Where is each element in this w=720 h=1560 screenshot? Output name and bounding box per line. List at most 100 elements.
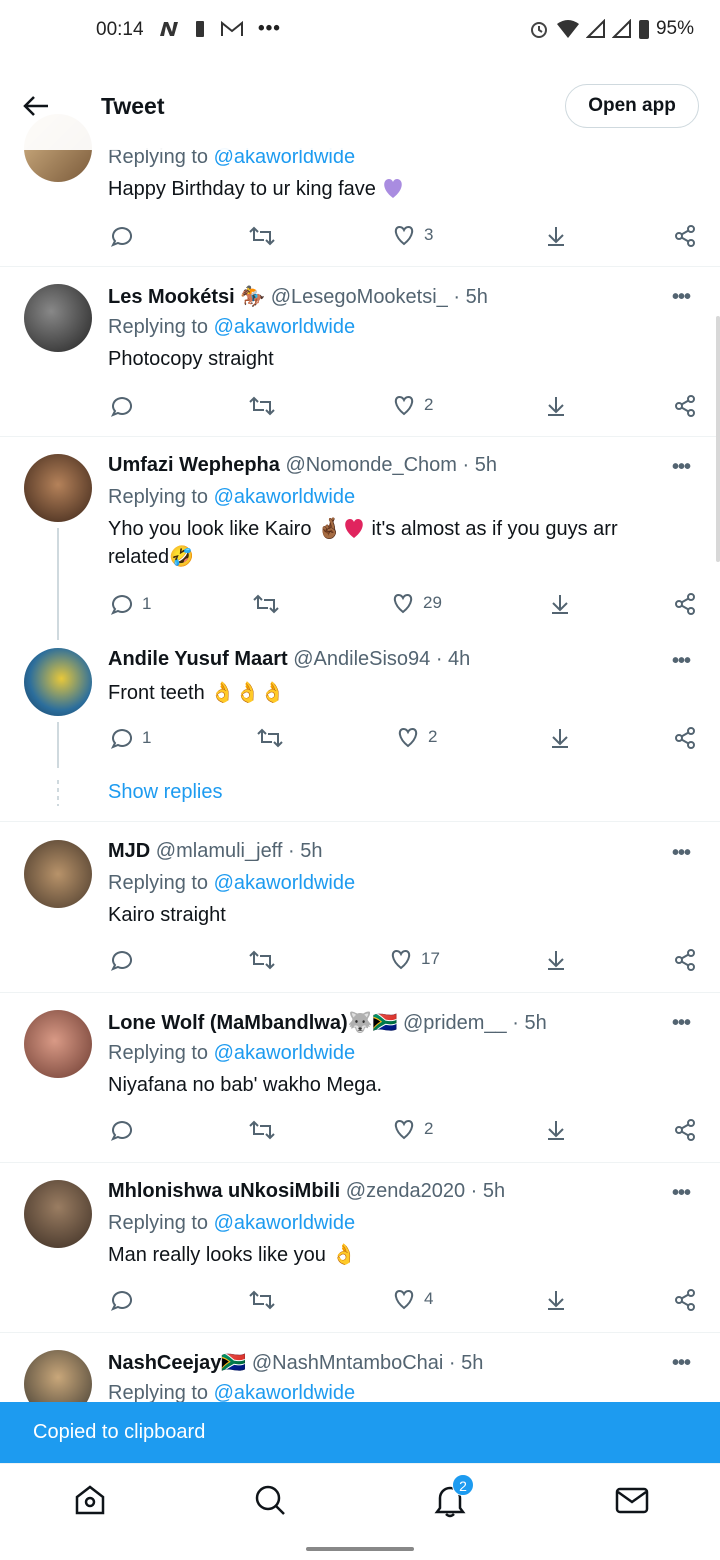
retweet-button[interactable] bbox=[248, 948, 276, 972]
replies-feed[interactable]: Replying to @akaworldwide Happy Birthday… bbox=[0, 0, 720, 1402]
retweet-button[interactable] bbox=[248, 224, 276, 248]
share-icon bbox=[675, 395, 695, 417]
author-handle: @mlamuli_jeff · 5h bbox=[155, 840, 323, 862]
like-button[interactable]: 2 bbox=[392, 394, 433, 416]
download-button[interactable] bbox=[544, 224, 568, 248]
tweet-item[interactable]: MJD @mlamuli_jeff · 5h ••• Replying to @… bbox=[0, 822, 720, 993]
reply-icon bbox=[110, 951, 133, 971]
reply-button[interactable] bbox=[110, 394, 134, 418]
more-icon[interactable]: ••• bbox=[672, 843, 698, 863]
home-indicator[interactable] bbox=[306, 1547, 414, 1551]
reply-button[interactable]: 1 bbox=[110, 726, 151, 750]
tweet-item[interactable]: Umfazi Wephepha @Nomonde_Chom · 5h ••• R… bbox=[0, 436, 720, 640]
author-name[interactable]: Mhlonishwa uNkosiMbili bbox=[108, 1180, 340, 1202]
retweet-button[interactable] bbox=[248, 1118, 276, 1142]
thread-line bbox=[57, 528, 59, 640]
back-button[interactable] bbox=[22, 94, 54, 118]
reply-button[interactable] bbox=[110, 224, 134, 248]
nav-home[interactable] bbox=[72, 1482, 108, 1518]
tweet-header: Umfazi Wephepha @Nomonde_Chom · 5h bbox=[108, 454, 497, 477]
nav-messages[interactable] bbox=[614, 1482, 650, 1518]
retweet-icon bbox=[249, 1290, 275, 1310]
reply-button[interactable] bbox=[110, 1288, 134, 1312]
mail-icon bbox=[615, 1487, 649, 1514]
download-button[interactable] bbox=[548, 726, 572, 750]
avatar[interactable] bbox=[24, 840, 92, 908]
like-button[interactable]: 29 bbox=[391, 592, 442, 614]
share-down-icon bbox=[548, 397, 564, 416]
author-name[interactable]: MJD bbox=[108, 840, 150, 862]
reply-button[interactable] bbox=[110, 948, 134, 972]
avatar[interactable] bbox=[24, 1180, 92, 1248]
share-button[interactable] bbox=[673, 1288, 697, 1312]
tweet-item[interactable]: Les Mookétsi 🏇 @LesegoMooketsi_ · 5h •••… bbox=[0, 266, 720, 437]
show-replies-link[interactable]: Show replies bbox=[108, 781, 223, 804]
tweet-item[interactable]: Andile Yusuf Maart @AndileSiso94 · 4h ••… bbox=[0, 630, 720, 822]
retweet-button[interactable] bbox=[248, 1288, 276, 1312]
tweet-item[interactable]: Mhlonishwa uNkosiMbili @zenda2020 · 5h •… bbox=[0, 1162, 720, 1333]
author-name[interactable]: Umfazi Wephepha bbox=[108, 454, 280, 476]
more-icon[interactable]: ••• bbox=[672, 457, 698, 477]
retweet-icon bbox=[253, 594, 279, 614]
share-button[interactable] bbox=[673, 394, 697, 418]
share-icon bbox=[675, 225, 695, 247]
scrollbar[interactable] bbox=[716, 316, 720, 562]
ok-hand-emoji: 👌 bbox=[331, 1244, 357, 1266]
like-icon bbox=[391, 949, 411, 970]
replying-to: Replying to @akaworldwide bbox=[108, 872, 356, 894]
share-button[interactable] bbox=[673, 1118, 697, 1142]
like-count: 2 bbox=[424, 1119, 434, 1138]
author-name[interactable]: Andile Yusuf Maart bbox=[108, 648, 288, 670]
mention-link[interactable]: @akaworldwide bbox=[214, 316, 355, 338]
like-button[interactable]: 3 bbox=[392, 224, 433, 246]
download-button[interactable] bbox=[544, 1288, 568, 1312]
reply-button[interactable] bbox=[110, 1118, 134, 1142]
retweet-icon bbox=[249, 1120, 275, 1140]
open-app-button[interactable]: Open app bbox=[565, 84, 699, 128]
download-button[interactable] bbox=[544, 1118, 568, 1142]
avatar[interactable] bbox=[24, 454, 92, 522]
avatar[interactable] bbox=[24, 1010, 92, 1078]
download-button[interactable] bbox=[544, 394, 568, 418]
reply-icon bbox=[110, 1291, 133, 1311]
like-button[interactable]: 4 bbox=[392, 1288, 433, 1310]
share-button[interactable] bbox=[673, 726, 697, 750]
mention-link[interactable]: @akaworldwide bbox=[214, 872, 355, 894]
more-icon[interactable]: ••• bbox=[672, 651, 698, 671]
retweet-button[interactable] bbox=[248, 394, 276, 418]
like-button[interactable]: 2 bbox=[392, 1118, 433, 1140]
author-name[interactable]: Lone Wolf (MaMbandlwa) bbox=[108, 1012, 348, 1034]
tweet-item[interactable]: NashCeejay🇿🇦 @NashMntamboChai · 5h ••• R… bbox=[0, 1332, 720, 1402]
avatar[interactable] bbox=[24, 1350, 92, 1402]
reply-icon bbox=[110, 397, 133, 417]
more-icon[interactable]: ••• bbox=[672, 287, 698, 307]
share-button[interactable] bbox=[673, 948, 697, 972]
retweet-button[interactable] bbox=[252, 592, 280, 616]
like-icon bbox=[394, 225, 414, 246]
mention-link[interactable]: @akaworldwide bbox=[214, 1382, 355, 1402]
mention-link[interactable]: @akaworldwide bbox=[214, 1212, 355, 1234]
nav-search[interactable] bbox=[252, 1482, 288, 1518]
more-icon[interactable]: ••• bbox=[672, 1353, 698, 1373]
retweet-button[interactable] bbox=[256, 726, 284, 750]
avatar[interactable] bbox=[24, 648, 92, 716]
download-button[interactable] bbox=[544, 948, 568, 972]
tweet-text: Happy Birthday to ur king fave bbox=[108, 175, 668, 203]
share-button[interactable] bbox=[673, 592, 697, 616]
mention-link[interactable]: @akaworldwide bbox=[214, 1042, 355, 1064]
more-icon[interactable]: ••• bbox=[672, 1013, 698, 1033]
more-icon[interactable]: ••• bbox=[672, 1183, 698, 1203]
download-button[interactable] bbox=[548, 592, 572, 616]
reply-button[interactable]: 1 bbox=[110, 592, 151, 616]
tweet-text: Kairo straight bbox=[108, 904, 226, 926]
mention-link[interactable]: @akaworldwide bbox=[214, 486, 355, 508]
share-down-icon bbox=[548, 951, 564, 970]
author-name[interactable]: NashCeejay bbox=[108, 1352, 221, 1374]
flag-emoji: 🇿🇦 bbox=[221, 1352, 247, 1374]
like-button[interactable]: 2 bbox=[396, 726, 437, 748]
tweet-item[interactable]: Lone Wolf (MaMbandlwa)🐺🇿🇦 @pridem__ · 5h… bbox=[0, 992, 720, 1163]
share-button[interactable] bbox=[673, 224, 697, 248]
avatar[interactable] bbox=[24, 284, 92, 352]
author-name[interactable]: Les Mookétsi bbox=[108, 286, 235, 308]
like-button[interactable]: 17 bbox=[389, 948, 440, 970]
